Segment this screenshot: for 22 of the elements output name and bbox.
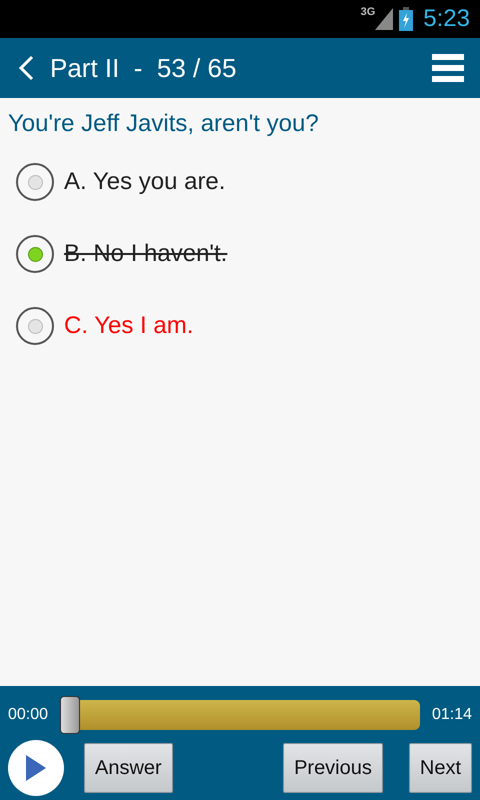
total-time: 01:14	[432, 706, 472, 724]
radio-button[interactable]	[16, 307, 54, 345]
answer-option[interactable]: B. No I haven't.	[64, 240, 228, 268]
answer-button[interactable]: Answer	[84, 743, 173, 793]
radio-button[interactable]	[16, 235, 54, 273]
answer-option[interactable]: A. Yes you are.	[64, 168, 226, 196]
network-label: 3G	[360, 6, 376, 18]
question-text: You're Jeff Javits, aren't you?	[8, 110, 320, 138]
nav-button[interactable]: Previous	[283, 743, 383, 793]
back-icon	[18, 55, 34, 81]
signal-icon	[373, 8, 394, 30]
seek-thumb[interactable]	[60, 696, 80, 734]
menu-icon	[432, 54, 464, 82]
answer-option[interactable]: C. Yes I am.	[64, 312, 194, 340]
seek-slider[interactable]	[60, 696, 420, 734]
battery-icon	[399, 7, 414, 31]
clock-time: 5:23	[423, 5, 470, 33]
nav-button[interactable]: Next	[408, 743, 472, 793]
play-icon	[26, 755, 46, 781]
header-title: Part II - 53 / 65	[50, 52, 238, 84]
radio-button[interactable]	[16, 163, 54, 201]
elapsed-time: 00:00	[8, 706, 48, 724]
